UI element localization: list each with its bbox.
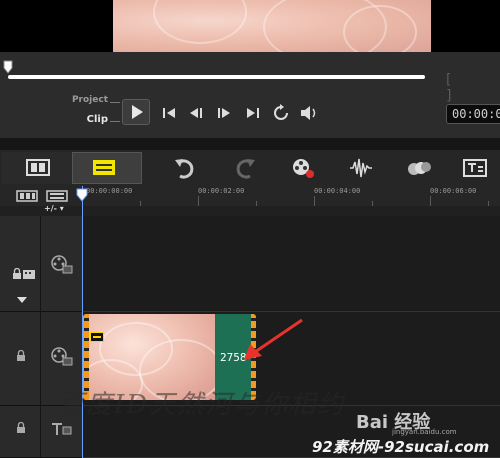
overlay-track[interactable] xyxy=(82,216,500,312)
annotation-arrow-icon xyxy=(240,316,310,366)
baidu-id-watermark: 百度ID天然河与你相约 xyxy=(58,390,346,420)
zoom-row xyxy=(0,206,500,216)
clip-attribute-icon xyxy=(90,332,104,342)
overlay-track-header xyxy=(0,216,82,312)
preview-frame xyxy=(113,0,431,52)
home-icon[interactable] xyxy=(158,102,180,124)
panel-divider xyxy=(0,138,500,150)
mode-project-label[interactable]: Project xyxy=(58,95,108,105)
baidu-url-watermark: jingyan.baidu.com xyxy=(392,428,457,436)
timecode-display[interactable]: 00:00:0 xyxy=(446,104,500,124)
video-track-icon xyxy=(50,346,74,366)
title-icon[interactable] xyxy=(462,156,488,180)
end-icon[interactable] xyxy=(242,102,264,124)
ruler-tick xyxy=(430,196,431,206)
sprocket xyxy=(251,378,256,381)
ruler-tick xyxy=(198,196,199,206)
site-watermark: 92素材网-92sucai.com xyxy=(312,438,490,456)
ruler-tick-label: 00:00:02:00 xyxy=(198,187,245,195)
scrub-bar[interactable] xyxy=(8,75,425,79)
ruler-tick-label: 00:00:00:00 xyxy=(86,187,133,195)
video-track-icon xyxy=(50,254,74,274)
track-lock-icon[interactable] xyxy=(12,268,36,280)
collapse-arrow-icon[interactable] xyxy=(16,296,28,304)
volume-icon[interactable] xyxy=(298,102,320,124)
ruler-tick-label: 00:00:04:00 xyxy=(314,187,361,195)
timeline-view-tab[interactable] xyxy=(72,152,142,184)
ruler-tick xyxy=(314,196,315,206)
auto-music-icon[interactable] xyxy=(406,156,432,180)
scrub-handle-icon[interactable] xyxy=(3,60,13,74)
fit-project-icon[interactable] xyxy=(16,190,38,202)
header-divider xyxy=(40,216,41,458)
track-lock-icon[interactable] xyxy=(16,422,26,434)
time-ruler[interactable]: 00:00:00:00 00:00:02:00 00:00:04:00 00:0… xyxy=(82,186,500,206)
zoom-control[interactable]: +/- ▾ xyxy=(44,204,64,213)
next-frame-icon[interactable] xyxy=(213,102,235,124)
play-button[interactable] xyxy=(122,99,150,125)
player-panel: [ ] Project Clip 00:00:0 xyxy=(0,52,500,138)
trim-markers[interactable]: [ ] xyxy=(446,72,500,104)
sound-mixer-icon[interactable] xyxy=(348,156,374,180)
ruler-tick-label: 00:00:06:00 xyxy=(430,187,477,195)
storyboard-view-tab[interactable] xyxy=(2,152,72,184)
sprocket xyxy=(251,368,256,371)
timeline-toolbar xyxy=(0,150,500,187)
playhead-icon[interactable] xyxy=(76,188,88,202)
mode-clip-label[interactable]: Clip xyxy=(58,114,108,125)
track-manager-icon[interactable] xyxy=(46,190,68,202)
mode-divider xyxy=(110,102,120,103)
undo-icon[interactable] xyxy=(172,156,198,180)
track-lock-icon[interactable] xyxy=(16,350,26,362)
preview-window xyxy=(0,0,500,52)
previous-frame-icon[interactable] xyxy=(185,102,207,124)
repeat-icon[interactable] xyxy=(270,102,292,124)
title-track-icon xyxy=(50,422,72,436)
redo-icon xyxy=(232,156,258,180)
record-capture-icon[interactable] xyxy=(290,156,316,180)
mode-divider xyxy=(110,121,120,122)
